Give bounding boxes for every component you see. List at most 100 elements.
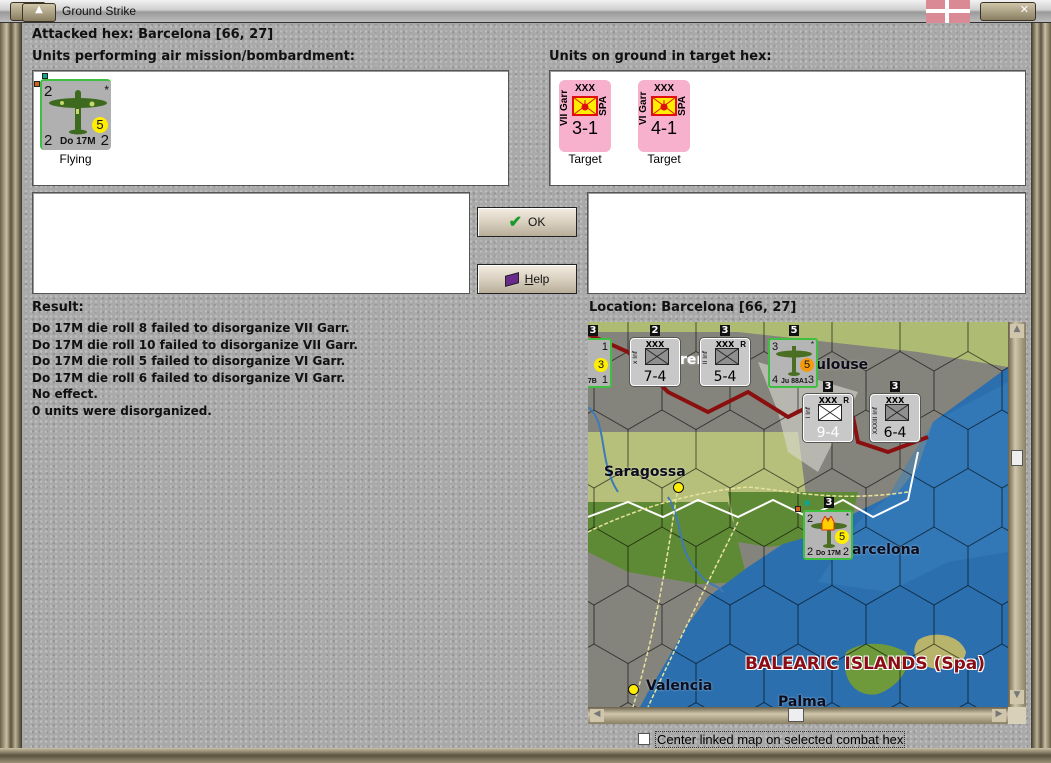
- map-view[interactable]: Saragossa arcelona ulouse ren Valencia P…: [588, 322, 1008, 707]
- unit-name: 57B: [588, 378, 597, 385]
- unit-bottom-left-value: 2: [44, 132, 53, 149]
- unit-status: Target: [647, 152, 681, 166]
- title-bar: ▲ Ground Strike ✕: [0, 0, 1051, 23]
- help-book-icon: [504, 271, 519, 287]
- map-unit-counter[interactable]: XXX XXXIII Inf 6-4: [870, 394, 920, 442]
- window-title: Ground Strike: [62, 4, 137, 18]
- result-label: Result:: [32, 300, 84, 315]
- help-button[interactable]: Help: [477, 264, 577, 294]
- stack-count-badge: 3: [823, 381, 833, 392]
- help-label: Help: [524, 272, 550, 286]
- attacker-info-panel: [32, 192, 470, 294]
- scroll-corner: [1008, 707, 1026, 724]
- defender-info-panel: [587, 192, 1026, 294]
- checkmark-icon: ✔: [508, 214, 523, 231]
- infantry-symbol-icon: [885, 404, 909, 421]
- unit-name: x Inf: [632, 351, 639, 365]
- map-air-unit-counter[interactable]: 2 * 5 2 Do 17M 2: [803, 510, 853, 560]
- city-label-toulouse[interactable]: ulouse: [816, 357, 868, 373]
- result-line: No effect.: [32, 387, 98, 401]
- air-unit-counter[interactable]: 2 * 5 2 Do 17M 2: [40, 79, 111, 150]
- map-unit-counter[interactable]: XXX R II Inf 5-4: [700, 338, 750, 386]
- map-air-unit-counter[interactable]: 1 3 57B 1: [588, 338, 612, 388]
- air-units-label: Units performing air mission/bombardment…: [32, 49, 356, 64]
- unit-bottom-right-value: 2: [100, 132, 109, 149]
- unit-strength: 5-4: [713, 369, 737, 385]
- infantry-symbol-icon: [645, 348, 669, 365]
- ok-button[interactable]: ✔ OK: [477, 207, 577, 237]
- unit-top-left-value: 3: [772, 341, 779, 353]
- map-air-unit-counter[interactable]: 3 * 5 4 Ju 88A1 3: [768, 338, 818, 388]
- stack-count-badge: 5: [789, 325, 799, 336]
- unit-strength: 3-1: [571, 118, 598, 138]
- unit-badge: 5: [92, 117, 108, 133]
- window-frame-bottom: [0, 748, 1051, 763]
- result-line: 0 units were disorganized.: [32, 403, 212, 418]
- city-label-barcelona[interactable]: arcelona: [852, 542, 920, 558]
- result-line: Do 17M die roll 5 failed to disorganize …: [32, 354, 346, 368]
- stack-count-badge: 2: [650, 325, 660, 336]
- stack-count-badge: 3: [824, 497, 834, 508]
- collapse-button[interactable]: ▲: [22, 3, 56, 22]
- ground-unit-counter[interactable]: VII Garr XXX SPA 3-1: [559, 80, 611, 152]
- map-horizontal-scrollbar[interactable]: ◀ ▶: [588, 707, 1008, 724]
- unit-strength: 7-4: [643, 369, 667, 385]
- unit-strength: 9-4: [816, 425, 840, 441]
- unit-bottom-right-value: 2: [842, 546, 849, 558]
- city-marker-saragossa: [673, 482, 684, 493]
- unit-top-left-value: 2: [807, 513, 814, 525]
- location-label: Location: Barcelona [66, 27]: [589, 300, 797, 315]
- map-unit-counter[interactable]: XXX x Inf 7-4: [630, 338, 680, 386]
- unit-bottom-right-value: 1: [601, 374, 608, 386]
- unit-name: Do 17M: [60, 136, 96, 147]
- stack-count-badge: 3: [890, 381, 900, 392]
- unit-star: *: [104, 83, 109, 97]
- unit-badge: 5: [800, 358, 814, 372]
- region-label: BALEARIC ISLANDS (Spa): [745, 654, 986, 674]
- unit-bottom-left-value: 4: [772, 374, 779, 386]
- result-line: Do 17M die roll 10 failed to disorganize…: [32, 337, 358, 352]
- unit-star: *: [845, 512, 849, 521]
- center-map-checkbox-label[interactable]: Center linked map on selected combat hex: [655, 731, 906, 748]
- unit-top-right-value: 1: [601, 341, 608, 353]
- city-label-valencia[interactable]: Valencia: [646, 678, 712, 694]
- air-units-panel: 2 * 5 2 Do 17M 2 Flying: [32, 70, 509, 186]
- attacked-hex-label: Attacked hex: Barcelona [66, 27]: [32, 27, 274, 42]
- stack-count-badge: 3: [720, 325, 730, 336]
- center-map-checkbox[interactable]: [638, 733, 650, 745]
- window-frame-left: [0, 23, 22, 748]
- infantry-symbol-icon: [715, 348, 739, 365]
- ground-units-label: Units on ground in target hex:: [549, 49, 772, 64]
- unit-size: XXX: [654, 83, 675, 94]
- result-line: Do 17M die roll 6 failed to disorganize …: [32, 370, 346, 385]
- ok-label: OK: [528, 215, 546, 229]
- close-button[interactable]: ✕: [980, 2, 1036, 21]
- city-marker-valencia: [628, 684, 639, 695]
- unit-badge: 5: [835, 530, 849, 544]
- unit-badge: 3: [594, 358, 608, 372]
- map-vertical-scrollbar[interactable]: ▲ ▼: [1008, 322, 1026, 707]
- unit-strength: 6-4: [883, 425, 907, 441]
- unit-nation: SPA: [598, 96, 609, 116]
- map-unit-counter[interactable]: XXX R I Inf 9-4: [803, 394, 853, 442]
- unit-star: *: [810, 340, 814, 349]
- horizontal-scroll-thumb[interactable]: [788, 708, 804, 722]
- unit-size: XXX: [575, 83, 596, 94]
- ground-unit-counter[interactable]: VI Garr XXX SPA 4-1: [638, 80, 690, 152]
- window-frame-right: [1031, 23, 1051, 748]
- unit-top-left-value: 2: [44, 83, 53, 100]
- unit-flag: R: [843, 396, 849, 405]
- garrison-symbol-icon: [572, 96, 598, 116]
- city-label-palma[interactable]: Palma: [778, 694, 826, 707]
- unit-status: Flying: [59, 152, 92, 166]
- unit-name: II Inf: [702, 351, 709, 365]
- stack-count-badge: 3: [588, 325, 598, 336]
- unit-nation: SPA: [677, 96, 688, 116]
- unit-name: I Inf: [805, 407, 812, 419]
- unit-flag: R: [740, 340, 746, 349]
- unit-bottom-left-value: 2: [807, 546, 814, 558]
- unit-name: Ju 88A1: [781, 378, 808, 385]
- vertical-scroll-thumb[interactable]: [1011, 450, 1023, 466]
- city-label-saragossa[interactable]: Saragossa: [604, 464, 686, 480]
- unit-strength: 4-1: [650, 118, 677, 138]
